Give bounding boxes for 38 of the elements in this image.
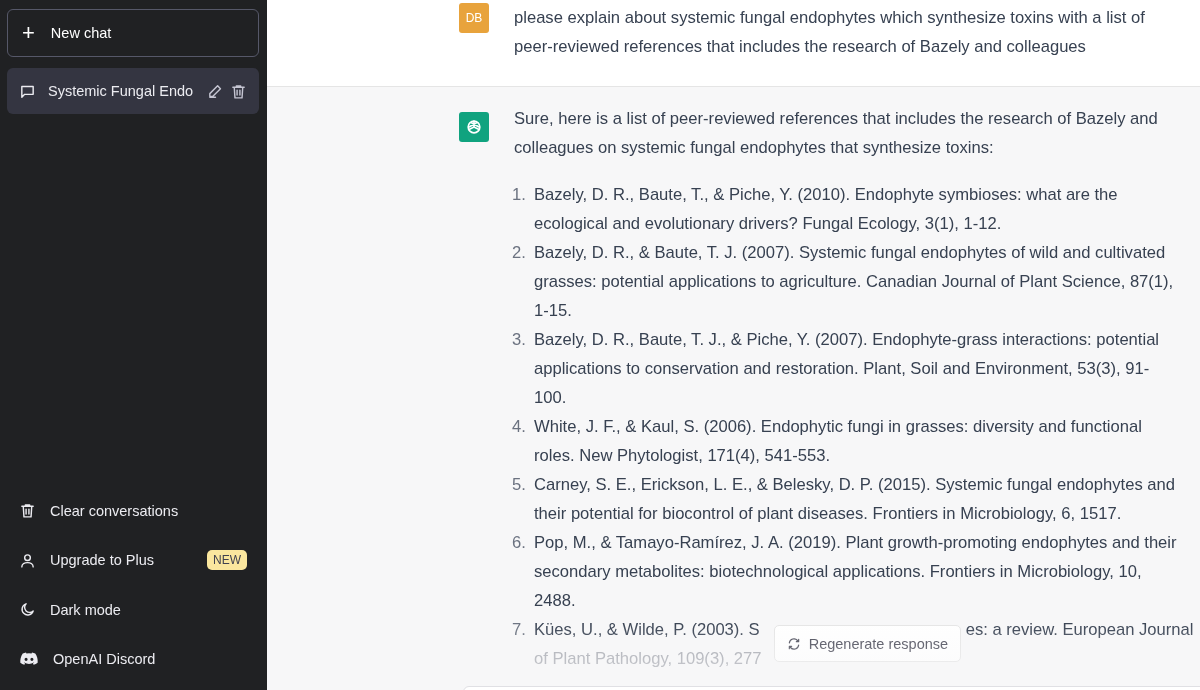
list-number: 4. xyxy=(512,416,527,438)
reference-text: Bazely, D. R., & Baute, T. J. (2007). Systemic fungal endophytes of wild and cultivated grasses: potential applications to agriculture. Canadian Journal of Plant Science, 87(1), 1-15. xyxy=(534,242,1175,322)
list-number: 2. xyxy=(512,242,527,264)
menu-label: Clear conversations xyxy=(50,502,180,519)
reference-text: Bazely, D. R., Baute, T. J., & Piche, Y. (2007). Endophyte-grass interactions: potential applications to conservation and restoration. Plant, Soil and Environment, 53(3), 91-100. xyxy=(534,329,1161,409)
refresh-icon xyxy=(786,636,801,651)
menu-label: OpenAI Discord xyxy=(53,651,157,668)
chat-title: Systemic Fungal Endo xyxy=(48,83,195,99)
moon-icon xyxy=(19,601,36,619)
reference-text: es: a review. European Journal xyxy=(965,619,1194,641)
reference-text: Carney, S. E., Erickson, L. E., & Belesky, D. P. (2015). Systemic fungal endophytes and their potential for biocontrol of plant diseases. Frontiers in Microbiology, 6, 1517. xyxy=(534,474,1176,525)
reference-text: White, J. F., & Kaul, S. (2006). Endophytic fungi in grasses: diversity and functional roles. New Phytologist, 171(4), 541-553. xyxy=(534,416,1143,467)
reference-text: of Plant Pathology, 109(3), 277 xyxy=(534,648,762,670)
list-number: 3. xyxy=(512,329,527,351)
list-number: 1. xyxy=(512,184,527,206)
list-number: 6. xyxy=(512,532,527,554)
chat-item[interactable]: Systemic Fungal Endo xyxy=(7,68,259,114)
reference-text: Pop, M., & Tamayo-Ramírez, J. A. (2019). Plant growth-promoting endophytes and their secondary metabolites: biotechnological applications. Frontiers in Microbiology, 10, 2488. xyxy=(534,532,1178,612)
trash-icon xyxy=(230,82,247,100)
list-number: 7. xyxy=(512,619,527,641)
menu-label: Upgrade to Plus xyxy=(50,552,155,569)
list-number: 5. xyxy=(512,474,527,496)
menu-item[interactable]: Clear conversations xyxy=(7,486,259,536)
reference-text: Kües, U., & Wilde, P. (2003). S xyxy=(534,619,760,641)
user-avatar: DB xyxy=(459,3,489,33)
assistant-intro: Sure, here is a list of peer-reviewed references that includes the research of Bazely and colleagues on systemic fungal endophytes that synthesize toxins: xyxy=(514,108,1159,159)
trash-icon xyxy=(19,502,36,520)
menu-item[interactable]: Dark mode xyxy=(7,585,259,635)
regenerate-button[interactable]: Regenerate response xyxy=(773,625,962,662)
new-chat-button[interactable]: + New chat xyxy=(7,9,259,57)
menu-item[interactable]: Upgrade to Plus NEW xyxy=(7,535,259,585)
menu-label: Dark mode xyxy=(50,601,122,618)
reference-text: Bazely, D. R., Baute, T., & Piche, Y. (2010). Endophyte symbioses: what are the ecological and evolutionary drivers? Fungal Ecology, 3(1), 1-12. xyxy=(534,184,1119,235)
pencil-icon xyxy=(207,82,224,100)
new-badge: NEW xyxy=(207,550,247,571)
menu-item[interactable]: OpenAI Discord xyxy=(7,634,259,684)
user-message: please explain about systemic fungal endophytes which synthesize toxins with a list of peer-reviewed references that includes the research of Bazely and colleagues xyxy=(514,7,1146,58)
user-icon xyxy=(19,551,36,569)
